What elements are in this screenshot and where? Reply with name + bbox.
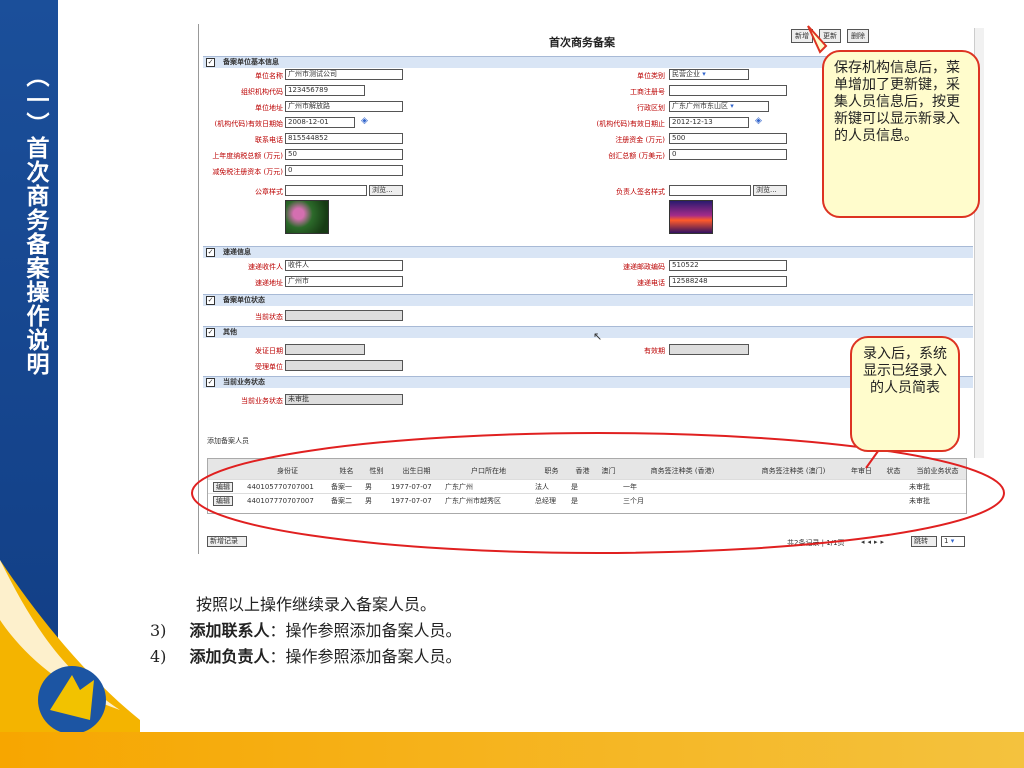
valid-end-label: (机构代码)有效日期止 (596, 120, 665, 128)
phone-label: 联系电话 (255, 136, 283, 144)
capital-input[interactable]: 500 (669, 133, 787, 144)
valid-end-input[interactable]: 2012-12-13 (669, 117, 749, 128)
reg-no-input[interactable] (669, 85, 787, 96)
item-text: ：操作参照添加备案人员。 (269, 647, 462, 666)
unit-name-label: 单位名称 (255, 72, 283, 80)
district-value: 广东广州市东山区 (672, 102, 728, 110)
signature-image (669, 200, 713, 234)
biz-status-input: 未审批 (285, 394, 403, 405)
calendar-icon[interactable]: ◈ (755, 116, 762, 126)
valid-start-input[interactable]: 2008-12-01 (285, 117, 355, 128)
calendar-icon[interactable]: ◈ (361, 116, 368, 126)
cur-status-input (285, 310, 403, 321)
valid-start-label: (机构代码)有效日期始 (214, 120, 283, 128)
section-checkbox[interactable]: ✓ (206, 378, 215, 387)
reduce-input[interactable]: 0 (285, 165, 403, 176)
mail-phone-input[interactable]: 12588248 (669, 276, 787, 287)
sign-label: 负责人签名样式 (616, 188, 665, 196)
zip-input[interactable]: 510522 (669, 260, 787, 271)
unit-type-select[interactable]: 民营企业 ▾ (669, 69, 749, 80)
delete-button[interactable]: 删除 (847, 29, 869, 43)
fx-input[interactable]: 0 (669, 149, 787, 160)
instructions: 按照以上操作继续录入备案人员。 3) 添加联系人：操作参照添加备案人员。 4) … (150, 592, 462, 670)
sign-browse-button[interactable]: 浏览... (753, 185, 787, 196)
section-label: 速递信息 (223, 248, 251, 256)
address-input[interactable]: 广州市解放路 (285, 101, 403, 112)
chevron-down-icon: ▾ (730, 102, 734, 110)
slide-title: （一）首次商务备案操作说明 (22, 64, 48, 376)
zip-label: 速递邮政编码 (623, 263, 665, 271)
tax-label: 上年度纳税总额 (万元) (212, 152, 283, 160)
mail-person-input[interactable]: 收件人 (285, 260, 403, 271)
mail-addr-input[interactable]: 广州市 (285, 276, 403, 287)
unit-type-label: 单位类别 (637, 72, 665, 80)
item-bold: 添加负责人 (189, 647, 270, 666)
callout-pointer (807, 25, 828, 54)
district-select[interactable]: 广东广州市东山区 ▾ (669, 101, 769, 112)
callout-bottom: 录入后，系统显示已经录入的人员简表 (850, 336, 960, 452)
chevron-down-icon: ▾ (702, 70, 706, 78)
instruction-line: 按照以上操作继续录入备案人员。 (196, 595, 437, 614)
reg-no-label: 工商注册号 (630, 88, 665, 96)
bottom-bar (0, 732, 1024, 768)
capital-label: 注册资金 (万元) (615, 136, 665, 144)
section-checkbox[interactable]: ✓ (206, 328, 215, 337)
accept-unit-label: 受理单位 (255, 363, 283, 371)
issue-date-input (285, 344, 365, 355)
seal-path-input[interactable] (285, 185, 367, 196)
instruction-item: 3) 添加联系人：操作参照添加备案人员。 (150, 618, 462, 644)
unit-type-value: 民营企业 (672, 70, 700, 78)
form-title: 首次商务备案 (549, 36, 615, 49)
section-checkbox[interactable]: ✓ (206, 248, 215, 257)
seal-browse-button[interactable]: 浏览... (369, 185, 403, 196)
item-number: 3) (150, 621, 167, 640)
callout-top: 保存机构信息后，菜单增加了更新键，采集人员信息后，按更新键可以显示新录入的人员信… (822, 50, 980, 218)
unit-name-input[interactable]: 广州市测试公司 (285, 69, 403, 80)
org-code-input[interactable]: 123456789 (285, 85, 365, 96)
biz-status-label: 当前业务状态 (241, 397, 283, 405)
item-bold: 添加联系人 (189, 621, 270, 640)
section-other: ✓ 其他 (203, 326, 973, 338)
expire-input (669, 344, 749, 355)
expire-label: 有效期 (644, 347, 665, 355)
section-checkbox[interactable]: ✓ (206, 58, 215, 67)
reduce-label: 减免税注册资本 (万元) (212, 168, 283, 176)
mail-phone-label: 速递电话 (637, 279, 665, 287)
section-mail: ✓ 速递信息 (203, 246, 973, 258)
org-code-label: 组织机构代码 (241, 88, 283, 96)
tax-input[interactable]: 50 (285, 149, 403, 160)
mouse-cursor-icon: ↖ (593, 330, 603, 343)
address-label: 单位地址 (255, 104, 283, 112)
item-number: 4) (150, 647, 167, 666)
section-label: 备案单位基本信息 (223, 58, 279, 66)
mail-person-label: 速递收件人 (248, 263, 283, 271)
issue-date-label: 发证日期 (255, 347, 283, 355)
item-text: ：操作参照添加备案人员。 (269, 621, 462, 640)
seal-image (285, 200, 329, 234)
section-status: ✓ 备案单位状态 (203, 294, 973, 306)
cur-status-label: 当前状态 (255, 313, 283, 321)
accept-unit-input (285, 360, 403, 371)
instruction-item: 4) 添加负责人：操作参照添加备案人员。 (150, 644, 462, 670)
seal-label: 公章样式 (255, 188, 283, 196)
section-checkbox[interactable]: ✓ (206, 296, 215, 305)
section-label: 其他 (223, 328, 237, 336)
fx-label: 创汇总额 (万美元) (608, 152, 665, 160)
section-label: 当前业务状态 (223, 378, 265, 386)
section-label: 备案单位状态 (223, 296, 265, 304)
mail-addr-label: 速递地址 (255, 279, 283, 287)
district-label: 行政区划 (637, 104, 665, 112)
phone-input[interactable]: 815544852 (285, 133, 403, 144)
sign-path-input[interactable] (669, 185, 751, 196)
